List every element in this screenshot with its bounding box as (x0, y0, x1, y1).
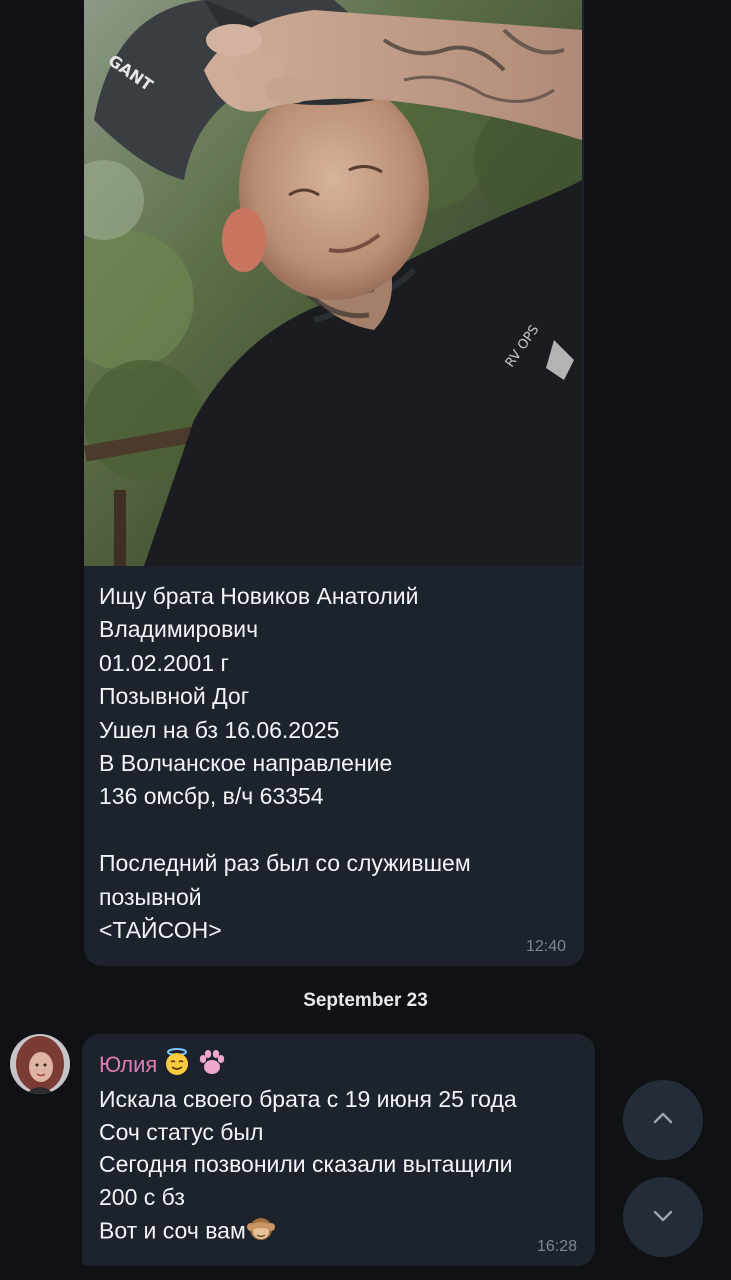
caption-line: позывной (99, 883, 202, 910)
see-no-evil-monkey-icon (246, 1213, 276, 1252)
caption-line: Ищу брата Новиков Анатолий (99, 583, 419, 609)
caption-line: Последний раз был со служившем (99, 850, 471, 877)
chat-view: RV OPS GANT Ищу брата Новиков Анатолий В… (0, 0, 731, 1280)
message-bubble-photo[interactable]: RV OPS GANT Ищу брата Новиков Анатолий В… (84, 0, 584, 966)
message-line: Соч статус был (99, 1118, 264, 1145)
paw-prints-icon (197, 1048, 227, 1082)
sender-avatar[interactable] (10, 1034, 70, 1094)
caption-line: В Волчанское направление (99, 749, 393, 776)
message-text: Искала своего брата с 19 июня 25 года Со… (99, 1083, 589, 1246)
message-line: 200 с бз (99, 1183, 185, 1210)
message-bubble-text[interactable]: Юлия Искала своего брата с 19 июня 25 го… (82, 1034, 595, 1266)
chevron-up-icon (651, 1106, 675, 1135)
caption-line: <ТАЙСОН> (99, 916, 222, 943)
scroll-up-button[interactable] (623, 1080, 703, 1160)
date-separator: September 23 (303, 990, 428, 1011)
smiling-face-with-halo-icon (163, 1048, 191, 1082)
message-line: Сегодня позвонили сказали вытащили (99, 1151, 513, 1178)
message-photo[interactable]: RV OPS GANT (84, 0, 582, 566)
message-line: Искала своего брата с 19 июня 25 года (99, 1086, 517, 1112)
message-sender[interactable]: Юлия (99, 1048, 227, 1082)
sender-name: Юлия (99, 1052, 158, 1077)
message-line: Вот и соч вам (99, 1217, 246, 1244)
message-time: 16:28 (536, 1238, 577, 1255)
message-caption: Ищу брата Новиков Анатолий Владимирович … (99, 580, 569, 947)
caption-line: Позывной Дог (99, 683, 250, 710)
message-line-last: Вот и соч вам (99, 1213, 589, 1246)
chevron-down-icon (651, 1203, 675, 1232)
scroll-down-button[interactable] (623, 1177, 703, 1257)
caption-line: Владимирович (99, 616, 259, 643)
caption-line: 01.02.2001 г (99, 649, 229, 676)
caption-line: 136 омсбр, в/ч 63354 (99, 783, 324, 810)
caption-line: Ушел на бз 16.06.2025 (99, 716, 340, 743)
message-time: 12:40 (525, 938, 566, 955)
